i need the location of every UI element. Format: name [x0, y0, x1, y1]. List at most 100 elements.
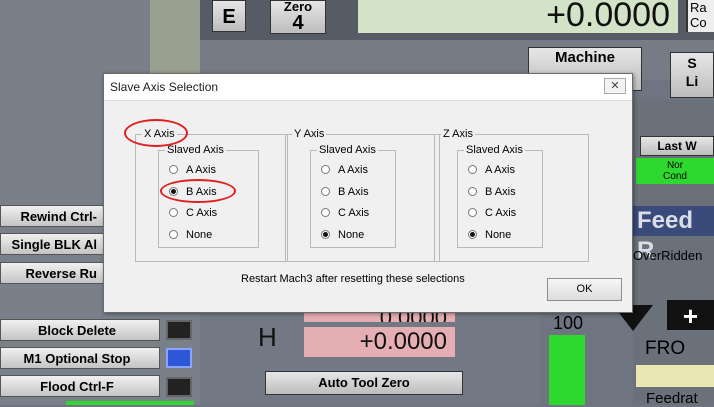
machine-button-label: Machine — [554, 49, 615, 66]
z-axis-group: Z Axis Slaved Axis A Axis B Axis C Axis None — [434, 127, 589, 262]
rewind-label: Rewind Ctrl- — [20, 209, 97, 224]
radio-button-icon[interactable] — [169, 208, 178, 217]
h-label-text: H — [258, 322, 277, 352]
radio-button-icon[interactable] — [169, 229, 178, 239]
cond-label: Cond — [663, 171, 687, 182]
single-blk-label: Single BLK Al — [11, 237, 97, 252]
flood-button[interactable]: Flood Ctrl-F — [0, 375, 160, 397]
close-icon[interactable]: ✕ — [604, 78, 626, 94]
z-option-b-axis[interactable]: B Axis — [468, 186, 516, 199]
value-100: 100 — [553, 313, 583, 334]
h-label: H — [258, 322, 277, 353]
overridden-label: OverRidden — [633, 248, 702, 263]
reverse-run-button[interactable]: Reverse Ru — [0, 262, 104, 284]
dialog-title: Slave Axis Selection — [110, 80, 219, 94]
y-option-a-axis[interactable]: A Axis — [321, 164, 368, 177]
last-w-label: Last W — [657, 139, 697, 153]
x-option-c-axis[interactable]: C Axis — [169, 207, 217, 220]
single-blk-button[interactable]: Single BLK Al — [0, 233, 104, 255]
y-slaved-axis-title: Slaved Axis — [317, 143, 378, 157]
bottom-green-strip — [66, 401, 194, 405]
zero-label: Zero — [283, 0, 313, 14]
option-label: B Axis — [186, 185, 217, 198]
x-axis-group: X Axis Slaved Axis A Axis B Axis C Axis None — [135, 127, 288, 262]
ok-button[interactable]: OK — [547, 278, 622, 301]
restart-note-text: Restart Mach3 after resetting these sele… — [241, 273, 465, 285]
radio-button-icon[interactable] — [468, 165, 477, 174]
option-label: A Axis — [338, 164, 368, 176]
e-button-label: E — [222, 6, 236, 28]
flood-label: Flood Ctrl-F — [40, 379, 114, 394]
option-label: C Axis — [338, 207, 370, 219]
radio-button-icon[interactable] — [468, 229, 477, 239]
z-option-a-axis[interactable]: A Axis — [468, 164, 515, 177]
x-option-a-axis[interactable]: A Axis — [169, 164, 216, 177]
top-right-label-2: Co — [690, 15, 707, 30]
fro-label: FRO — [645, 338, 685, 360]
x-slaved-axis-group: Slaved Axis A Axis B Axis C Axis None — [158, 143, 259, 248]
dro-h-value: +0.0000 — [359, 328, 447, 355]
dro-top-value: +0.0000 — [546, 0, 670, 34]
partial-s-label: S — [687, 55, 697, 71]
norm-cond-indicator: Nor Cond — [636, 158, 714, 184]
dro-upper-cut[interactable]: 0.0000 — [304, 312, 455, 322]
close-symbol: ✕ — [610, 80, 620, 92]
overridden-text: OverRidden — [633, 248, 703, 263]
y-option-none[interactable]: None — [321, 229, 364, 242]
plus-icon[interactable]: + — [667, 300, 714, 331]
top-right-label-1: Ra — [690, 0, 707, 15]
partial-li-label: Li — [685, 73, 699, 89]
block-delete-button[interactable]: Block Delete — [0, 319, 160, 341]
option-label: B Axis — [485, 185, 516, 198]
x-option-none[interactable]: None — [169, 229, 212, 242]
radio-button-icon[interactable] — [169, 186, 178, 196]
slave-axis-dialog: Slave Axis Selection ✕ X Axis Slaved Axis… — [103, 73, 633, 313]
y-axis-group: Y Axis Slaved Axis A Axis B Axis C Axis None — [285, 127, 440, 262]
rewind-button[interactable]: Rewind Ctrl- — [0, 205, 104, 227]
radio-button-icon[interactable] — [468, 208, 477, 217]
x-option-b-axis[interactable]: B Axis — [169, 186, 217, 199]
fro-text: FRO — [645, 338, 686, 359]
option-label: None — [186, 228, 213, 241]
option-label: None — [338, 228, 365, 241]
y-slaved-axis-group: Slaved Axis A Axis B Axis C Axis None — [310, 143, 396, 248]
dialog-titlebar[interactable]: Slave Axis Selection — [104, 74, 632, 101]
radio-button-icon[interactable] — [169, 165, 178, 174]
value-100-text: 100 — [553, 313, 584, 333]
flood-led — [166, 377, 192, 397]
option-label: None — [485, 228, 512, 241]
feed-slider-bar[interactable] — [549, 335, 585, 405]
last-w-button[interactable]: Last W — [640, 136, 714, 156]
z-option-none[interactable]: None — [468, 229, 511, 242]
auto-tool-zero-button[interactable]: Auto Tool Zero — [265, 371, 463, 395]
dro-h[interactable]: +0.0000 — [304, 327, 455, 357]
feedrate-cut-label: Feedrat — [646, 391, 698, 406]
radio-button-icon[interactable] — [321, 229, 330, 239]
radio-button-icon[interactable] — [321, 165, 330, 174]
partial-button-right[interactable]: S Li — [670, 52, 714, 98]
z-slaved-axis-title: Slaved Axis — [464, 143, 525, 157]
feed-rate-label: Feed R — [633, 206, 714, 264]
m1-optional-stop-button[interactable]: M1 Optional Stop — [0, 347, 160, 369]
x-slaved-axis-title: Slaved Axis — [165, 143, 226, 157]
y-axis-group-title: Y Axis — [292, 127, 327, 141]
reverse-run-label: Reverse Ru — [25, 266, 97, 281]
option-label: A Axis — [186, 164, 216, 176]
radio-button-icon[interactable] — [321, 208, 330, 217]
y-option-b-axis[interactable]: B Axis — [321, 186, 369, 199]
auto-tool-zero-label: Auto Tool Zero — [318, 375, 410, 390]
m1-optional-stop-label: M1 Optional Stop — [23, 351, 131, 366]
dro-top[interactable]: +0.0000 — [358, 0, 678, 33]
block-delete-label: Block Delete — [37, 323, 117, 338]
m1-optional-stop-led — [166, 348, 192, 368]
e-button[interactable]: E — [212, 0, 246, 32]
ok-button-label: OK — [576, 283, 593, 295]
z-option-c-axis[interactable]: C Axis — [468, 207, 516, 220]
y-option-c-axis[interactable]: C Axis — [321, 207, 369, 220]
radio-button-icon[interactable] — [468, 186, 477, 196]
radio-button-icon[interactable] — [321, 186, 330, 196]
option-label: C Axis — [485, 207, 517, 219]
x-axis-group-title: X Axis — [142, 127, 177, 141]
zero-4-button[interactable]: Zero 4 — [270, 0, 326, 34]
z-axis-group-title: Z Axis — [441, 127, 475, 141]
